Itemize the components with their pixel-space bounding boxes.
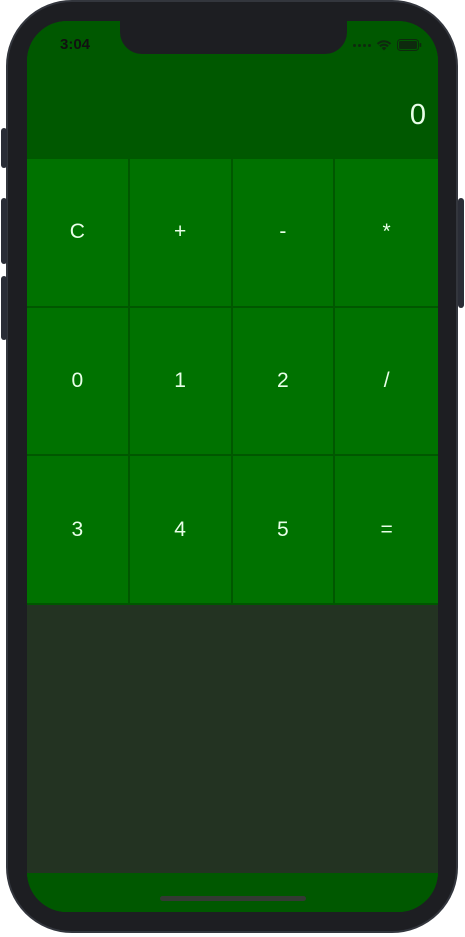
home-indicator[interactable]: [160, 896, 306, 901]
volume-up-button: [1, 198, 7, 264]
signal-dots-icon: [353, 43, 371, 47]
empty-panel: [27, 605, 438, 873]
plus-button[interactable]: +: [129, 159, 233, 308]
minus-button[interactable]: -: [232, 159, 336, 308]
app-screen: 0 C + - * 0 1 2 / 3 4 5 = 3:04: [27, 21, 438, 912]
digit-0-button[interactable]: 0: [27, 307, 130, 457]
digit-4-button[interactable]: 4: [129, 456, 233, 605]
multiply-button[interactable]: *: [335, 159, 438, 308]
volume-down-button: [1, 276, 7, 340]
equals-button[interactable]: =: [335, 456, 438, 605]
digit-1-button[interactable]: 1: [129, 307, 233, 457]
digit-5-button[interactable]: 5: [232, 456, 336, 605]
digit-2-button[interactable]: 2: [232, 307, 336, 457]
wifi-icon: [376, 40, 392, 51]
digit-3-button[interactable]: 3: [27, 456, 130, 605]
power-button: [458, 198, 464, 308]
bottom-safe-area: [27, 873, 438, 912]
keypad: C + - * 0 1 2 / 3 4 5 =: [27, 159, 438, 605]
battery-icon: [397, 39, 422, 51]
divide-button[interactable]: /: [335, 307, 438, 457]
display-value: 0: [409, 99, 426, 131]
status-icons: [353, 39, 422, 51]
status-time: 3:04: [60, 36, 91, 53]
notch: [120, 21, 347, 54]
mute-switch: [1, 128, 7, 168]
clear-button[interactable]: C: [27, 159, 130, 308]
